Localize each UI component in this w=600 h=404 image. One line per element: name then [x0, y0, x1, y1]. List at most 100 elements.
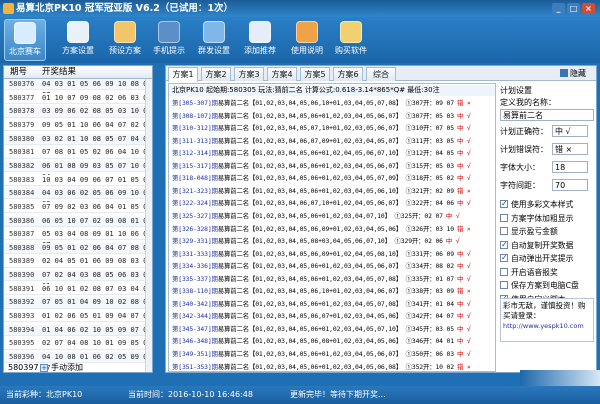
- checkbox-icon[interactable]: [500, 252, 508, 263]
- checkbox-icon[interactable]: [500, 227, 508, 235]
- plan-log: 北京PK10 起始期:580305 玩法:猜前二名 计算公式:0.618-3.1…: [168, 83, 496, 372]
- toolbar-button-beijing-car[interactable]: 北京赛车: [4, 19, 46, 61]
- plan-result-mark: 中 √: [456, 337, 471, 346]
- checkbox-icon[interactable]: [500, 267, 508, 276]
- draw-issue: 580378: [9, 107, 35, 116]
- setting-checkbox[interactable]: 保存方案到电脑C盘: [500, 280, 596, 291]
- plan-text: 易算前二名【01,02,03,04,05,06+01,02,03,04,05,0…: [217, 362, 454, 371]
- setting-checkbox[interactable]: 使用多彩文本样式: [500, 198, 596, 210]
- promo-url[interactable]: http://www.yespk10.com: [503, 321, 591, 331]
- plan-log-row: 第[349-351]期易算前二名【01,02,03,04,05,06+01,02…: [169, 348, 495, 360]
- setting-checkbox[interactable]: 显示盈亏金额: [500, 226, 596, 237]
- toolbar-button-phone-tips[interactable]: 手机提示: [148, 19, 190, 61]
- draw-issue: 580380: [9, 134, 35, 143]
- hide-button[interactable]: 隐藏: [560, 67, 594, 80]
- plan-log-row: 第[338-110]期易算前二名【01,02,03,04,05,06,10+01…: [169, 285, 495, 297]
- tab-plan-5[interactable]: 方案5: [300, 67, 330, 81]
- draw-row[interactable]: 58037604 03 01 05 06 09 10 08 02 07: [4, 79, 152, 99]
- draw-row[interactable]: 580385 07 09 02 03 06 04 01 05 08: [4, 201, 152, 214]
- toolbar-button-group-send[interactable]: 群发设置: [193, 19, 235, 61]
- tab-plan-3[interactable]: 方案3: [234, 67, 264, 81]
- checkbox-icon[interactable]: [500, 239, 508, 250]
- draw-row[interactable]: 58038310 03 04 09 06 07 01 05 02 08: [4, 174, 152, 195]
- draw-row[interactable]: 580393 01 02 06 05 01 09 04 07 08: [4, 311, 152, 323]
- plan-result-mark: 中 √: [456, 174, 471, 183]
- draw-row[interactable]: 58038902 04 05 01 06 09 08 03 07 10: [4, 256, 152, 277]
- draw-row[interactable]: 58039401 04 06 02 10 05 09 07 03 08: [4, 324, 152, 345]
- draw-row[interactable]: 58038606 05 10 07 02 09 08 01 04 03: [4, 215, 152, 236]
- draw-row[interactable]: 58039106 10 01 02 08 07 03 04 09 05: [4, 283, 152, 304]
- draw-row[interactable]: 58037701 10 07 09 08 02 06 03 05 04: [4, 92, 152, 113]
- draw-issue: 580394: [9, 325, 35, 334]
- draw-row[interactable]: 58038003 02 01 10 08 05 07 04 02 06: [4, 133, 152, 154]
- draw-row[interactable]: 58038107 08 01 05 02 06 04 10 03 09: [4, 147, 152, 168]
- draw-issue: 580385: [9, 202, 35, 211]
- plan-text: 易算前二名【01,02,03,04,06,07,10+01,02,04,05,0…: [217, 199, 454, 208]
- setting-checkbox[interactable]: 开启语音报奖: [500, 267, 596, 278]
- tab-plan-2[interactable]: 方案2: [201, 67, 231, 81]
- cart-icon: [340, 21, 362, 43]
- plan-text: 易算前二名【01,02,03,04,05,06+01,02,03,04,05,0…: [217, 350, 454, 358]
- draw-row[interactable]: 58039207 05 01 04 09 10 02 08 06 03: [4, 297, 152, 318]
- line-spacing-input[interactable]: 70: [552, 179, 588, 191]
- plan-result-mark: 错 ×: [456, 287, 471, 296]
- checkbox-label: 显示盈亏金额: [511, 227, 558, 236]
- folder-icon: [249, 21, 271, 43]
- draw-row[interactable]: 580379 09 05 01 10 06 04 07 02 03: [4, 119, 152, 132]
- draw-issue: 580381: [9, 148, 35, 157]
- toolbar-button-plan-settings[interactable]: 方案设置: [57, 19, 99, 61]
- plan-period: 第[351-353]期: [172, 362, 218, 371]
- draw-row[interactable]: 58038705 03 04 08 09 01 10 06 02 07: [4, 229, 152, 249]
- status-current-lottery: 当前彩种：北京PK10: [6, 390, 83, 399]
- tab-plan-4[interactable]: 方案4: [267, 67, 297, 81]
- draw-row[interactable]: 58038809 05 01 02 06 04 07 08 03 10: [4, 242, 152, 263]
- car-icon: [14, 22, 36, 44]
- draw-row[interactable]: 58039502 07 04 08 10 01 09 05 03 06: [4, 338, 152, 359]
- plan-log-row: 第[315-317]期易算前二名【01,02,03,04,05,06+01,02…: [169, 160, 495, 172]
- draw-issue-last: 580397: [8, 363, 39, 372]
- draw-row[interactable]: 58037803 09 06 02 08 05 03 10 01 04: [4, 106, 152, 127]
- plan-result-mark: 错 ×: [456, 186, 471, 195]
- plan-result-mark: 中 √: [456, 274, 471, 283]
- plan-log-row: 第[305-307]期易算前二名【01,02,03,04,05,06,10+01…: [169, 97, 495, 109]
- plan-text: 易算前二名【01,02,03,04,05,06,10+01,02,03,04,0…: [217, 287, 454, 296]
- toolbar-button-buy[interactable]: 购买软件: [330, 19, 372, 61]
- checkbox-icon[interactable]: [500, 281, 508, 289]
- draw-row[interactable]: 58038404 03 06 02 05 06 09 10 07 02: [4, 188, 152, 208]
- plan-text: 易算前二名【01,02,03,04,05,06+01,02,04,05,06,0…: [217, 149, 454, 158]
- toolbar-button-add-recommend[interactable]: 添加推荐: [239, 19, 281, 61]
- tab-plan-6[interactable]: 方案6: [333, 67, 363, 81]
- checkbox-icon[interactable]: [500, 198, 508, 209]
- font-size-label: 字体大小：: [500, 163, 540, 172]
- wrong-symbol-input[interactable]: 错 ×: [552, 143, 588, 155]
- setting-checkbox[interactable]: 方案字体加粗显示: [500, 213, 596, 224]
- minimize-button[interactable]: _: [552, 3, 565, 14]
- draw-row[interactable]: 58039007 02 04 03 08 05 06 03 09 01: [4, 270, 152, 290]
- toolbar-button-instructions[interactable]: 使用说明: [286, 19, 328, 61]
- plan-period: 第[322-324]期: [172, 199, 218, 208]
- promo-text: 彩市无敌，谨慎投资！购买请登录：: [503, 301, 586, 320]
- correct-symbol-input[interactable]: 中 √: [552, 125, 588, 137]
- draw-row[interactable]: 58038206 01 08 09 03 05 07 10 02 04: [4, 160, 152, 181]
- checkbox-label: 开启语音报奖: [511, 267, 558, 277]
- manual-add-label: 手动添加: [51, 363, 83, 372]
- plan-text: 易算前二名【01,02,03,04,05,06,07+01,02,03,04,0…: [217, 312, 454, 321]
- name-input[interactable]: 易算前二名: [500, 109, 594, 121]
- plan-log-row: 第[318-048]期易算前二名【01,02,03,04,05,06+01,02…: [169, 172, 495, 184]
- setting-checkbox[interactable]: 自动复制开奖数据: [500, 239, 596, 251]
- plan-text: 易算前二名【01,02,03,04,05,06+01,02,03,04,05,0…: [217, 161, 454, 170]
- close-button[interactable]: ×: [582, 3, 595, 14]
- checkbox-icon[interactable]: [500, 213, 508, 222]
- draw-issue: 580395: [9, 339, 35, 348]
- add-icon: +: [40, 364, 48, 372]
- maximize-button[interactable]: □: [567, 3, 580, 14]
- draw-issue: 580389: [9, 257, 35, 266]
- manual-add-row[interactable]: 580397 + 手动添加: [4, 362, 145, 374]
- toolbar-button-preset-plans[interactable]: 预设方案: [104, 19, 146, 61]
- draw-list-scrollbar[interactable]: [145, 79, 152, 372]
- tab-summary[interactable]: 综合: [366, 67, 396, 81]
- setting-checkbox[interactable]: 自动弹出开奖提示: [500, 252, 596, 264]
- font-size-input[interactable]: 18: [552, 161, 588, 173]
- tab-plan-1[interactable]: 方案1: [168, 67, 198, 82]
- car-banner-image: [520, 370, 600, 386]
